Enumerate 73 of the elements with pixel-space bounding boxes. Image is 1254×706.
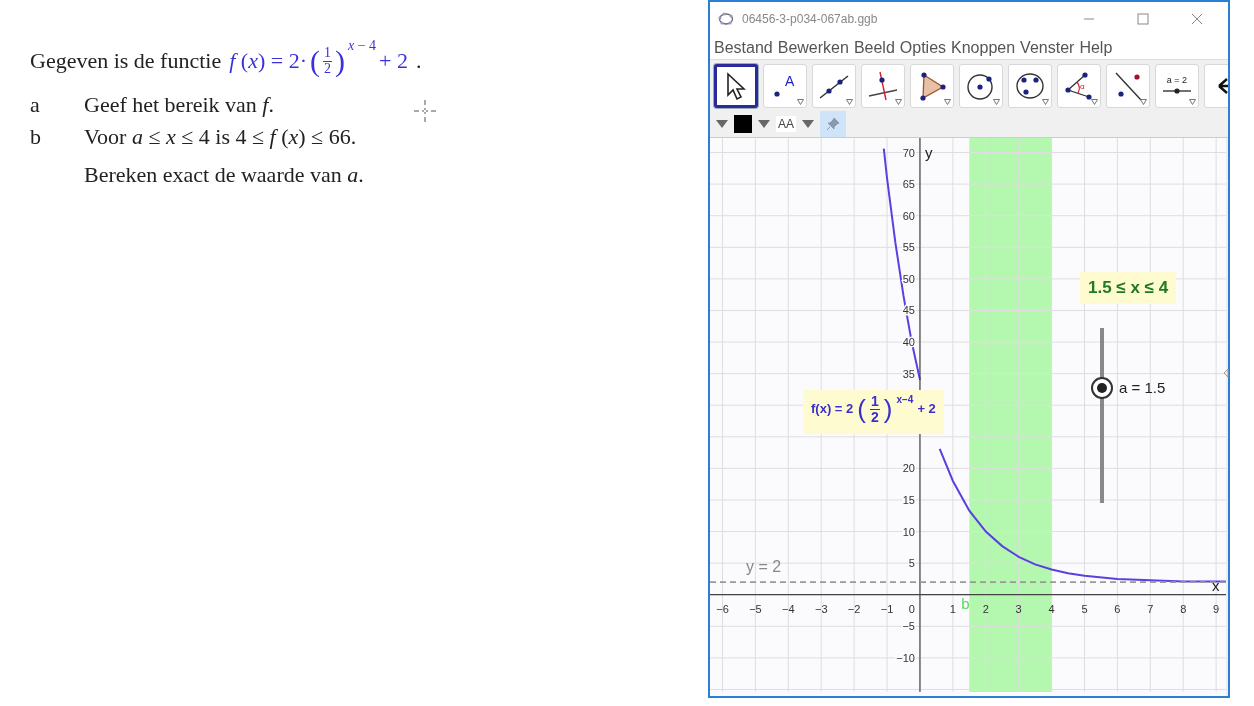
y-tick-label: 15 (902, 493, 915, 506)
color-swatch[interactable] (734, 114, 752, 133)
tool-button[interactable]: A (763, 64, 807, 109)
y-tick-label: 65 (902, 178, 915, 191)
caret-icon (1140, 99, 1147, 106)
tool-button[interactable]: α (1057, 64, 1101, 109)
x-tick-label: −1 (880, 602, 894, 615)
y-tick-label: 70 (902, 146, 915, 159)
y-tick-label: 5 (908, 557, 915, 570)
caret-icon (1189, 99, 1196, 106)
crosshair-cursor-icon (414, 100, 436, 122)
perpendicular-line-icon (867, 70, 899, 103)
y-tick-label: −10 (896, 651, 915, 664)
menu-item[interactable]: Venster (1020, 38, 1075, 57)
x-tick-label: 5 (1081, 602, 1088, 615)
slider-label: a = 1.5 (1119, 379, 1166, 396)
menu-item[interactable]: Opties (899, 38, 947, 57)
y-tick-label: 35 (902, 367, 915, 380)
tool-button[interactable]: a = 2 (1155, 64, 1199, 109)
close-icon[interactable] (1191, 13, 1203, 26)
app-logo-icon (718, 12, 734, 27)
x-tick-label: 6 (1114, 602, 1121, 615)
menu-item[interactable]: Help (1079, 38, 1113, 57)
y-tick-label: −5 (902, 620, 915, 633)
x-tick-label: 7 (1147, 602, 1154, 615)
menu-item[interactable]: Bewerken (777, 38, 849, 57)
caret-icon (846, 99, 853, 106)
question-label: b (30, 124, 42, 151)
y-axis-label: y (924, 144, 933, 161)
x-tick-label: 2 (982, 602, 989, 615)
x-tick-label: −4 (782, 602, 795, 615)
caret-icon[interactable] (758, 119, 770, 128)
caret-icon (895, 99, 902, 106)
caret-icon (993, 99, 1000, 106)
y-tick-label: 60 (902, 209, 915, 222)
question-label: a (30, 92, 41, 118)
x-tick-label: −3 (814, 602, 828, 615)
y-tick-label: 55 (902, 241, 915, 254)
x-tick-label: 9 (1213, 602, 1220, 615)
y-tick-label: 50 (902, 272, 915, 285)
menu-item[interactable]: Beeld (853, 38, 895, 57)
slider-thumb[interactable] (1091, 376, 1113, 399)
menu-item[interactable]: Knoppen (951, 38, 1016, 57)
x-tick-label: 8 (1180, 602, 1187, 615)
x-tick-label: 1 (949, 602, 956, 615)
caret-icon (1091, 99, 1098, 106)
font-button[interactable]: AA (776, 115, 796, 132)
caret-icon (1042, 99, 1049, 106)
question-text: Geef het bereik van f. (84, 92, 274, 118)
window-title: 06456-3-p034-067ab.ggb (742, 12, 879, 27)
slider[interactable] (1091, 328, 1113, 503)
tool-button[interactable] (714, 64, 758, 109)
x-tick-label: −2 (847, 602, 861, 615)
question-text: Bereken exact de waarde van a. (84, 162, 364, 188)
caret-icon (797, 99, 804, 106)
x-tick-label: 3 (1015, 602, 1022, 615)
pin-icon (826, 116, 840, 131)
caret-icon[interactable] (802, 119, 814, 128)
collapse-arrow-icon[interactable] (1223, 368, 1229, 378)
asymptote-label: y = 2 (746, 558, 782, 576)
y-tick-label: 20 (902, 462, 915, 475)
point-label: b (961, 594, 970, 612)
x-tick-label: 4 (1048, 602, 1055, 615)
caret-icon (944, 99, 951, 106)
y-tick-label: 10 (902, 525, 915, 538)
x-axis-label: x (1212, 576, 1220, 594)
caret-icon[interactable] (716, 119, 728, 128)
menu-item[interactable]: Bestand (714, 38, 773, 57)
x-tick-label: 0 (908, 602, 915, 615)
interval-label: 1.5 ≤ x ≤ 4 (1080, 272, 1177, 304)
question-text: Voor a ≤ x ≤ 4 is 4 ≤ f (x) ≤ 66. (84, 124, 358, 150)
x-tick-label: −5 (749, 602, 762, 615)
x-tick-label: −6 (716, 602, 729, 615)
